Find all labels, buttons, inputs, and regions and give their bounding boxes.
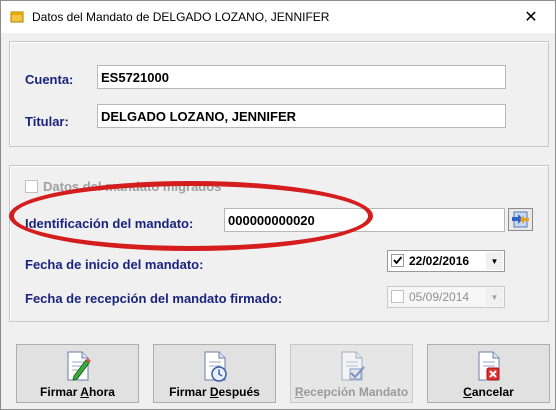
start-date-picker[interactable]: 22/02/2016 ▼ (387, 250, 505, 272)
titular-field[interactable]: DELGADO LOZANO, JENNIFER (97, 104, 506, 128)
sign-later-label: Firmar Después (169, 385, 260, 399)
swap-arrows-icon (512, 211, 529, 228)
signed-date-value: 05/09/2014 (409, 290, 470, 304)
start-date-dropdown-button[interactable]: ▼ (486, 252, 503, 270)
account-group (9, 41, 549, 147)
close-icon: ✕ (524, 9, 538, 26)
chevron-down-icon: ▼ (490, 292, 499, 302)
document-check-icon (341, 351, 365, 381)
annotation-ellipse (9, 181, 373, 251)
mandate-reception-button[interactable]: Recepción Mandato (290, 344, 413, 403)
cancel-label: Cancelar (463, 385, 514, 399)
close-window-button[interactable]: ✕ (507, 1, 555, 33)
document-cancel-icon (478, 351, 500, 381)
start-date-checkbox[interactable] (391, 254, 404, 267)
mandate-dialog: Datos del Mandato de DELGADO LOZANO, JEN… (0, 0, 556, 410)
checkmark-icon (393, 256, 403, 265)
signed-date-picker[interactable]: 05/09/2014 ▼ (387, 286, 505, 308)
mandate-lookup-button[interactable] (508, 208, 533, 231)
cuenta-label: Cuenta: (25, 72, 74, 87)
signed-date-dropdown-button[interactable]: ▼ (486, 288, 503, 306)
sign-pencil-icon (67, 351, 91, 381)
sign-now-label: Firmar Ahora (40, 385, 115, 399)
signed-date-checkbox[interactable] (391, 290, 404, 303)
cancel-button[interactable]: Cancelar (427, 344, 550, 403)
signed-date-label: Fecha de recepción del mandato firmado: (25, 291, 283, 306)
start-date-value: 22/02/2016 (409, 254, 470, 268)
sign-later-button[interactable]: Firmar Después (153, 344, 276, 403)
titular-label: Titular: (25, 114, 69, 129)
start-date-label: Fecha de inicio del mandato: (25, 257, 204, 272)
mandate-reception-label: Recepción Mandato (294, 385, 409, 399)
titular-value: DELGADO LOZANO, JENNIFER (101, 109, 297, 124)
migrated-data-checkbox[interactable] (25, 180, 38, 193)
cuenta-field[interactable]: ES5721000 (97, 65, 506, 89)
title-bar: Datos del Mandato de DELGADO LOZANO, JEN… (1, 1, 555, 33)
chevron-down-icon: ▼ (490, 256, 499, 266)
sign-later-clock-icon (204, 351, 227, 382)
window-title: Datos del Mandato de DELGADO LOZANO, JEN… (32, 10, 330, 24)
cuenta-value: ES5721000 (101, 70, 169, 85)
app-icon (10, 11, 24, 23)
sign-now-button[interactable]: Firmar Ahora (16, 344, 139, 403)
